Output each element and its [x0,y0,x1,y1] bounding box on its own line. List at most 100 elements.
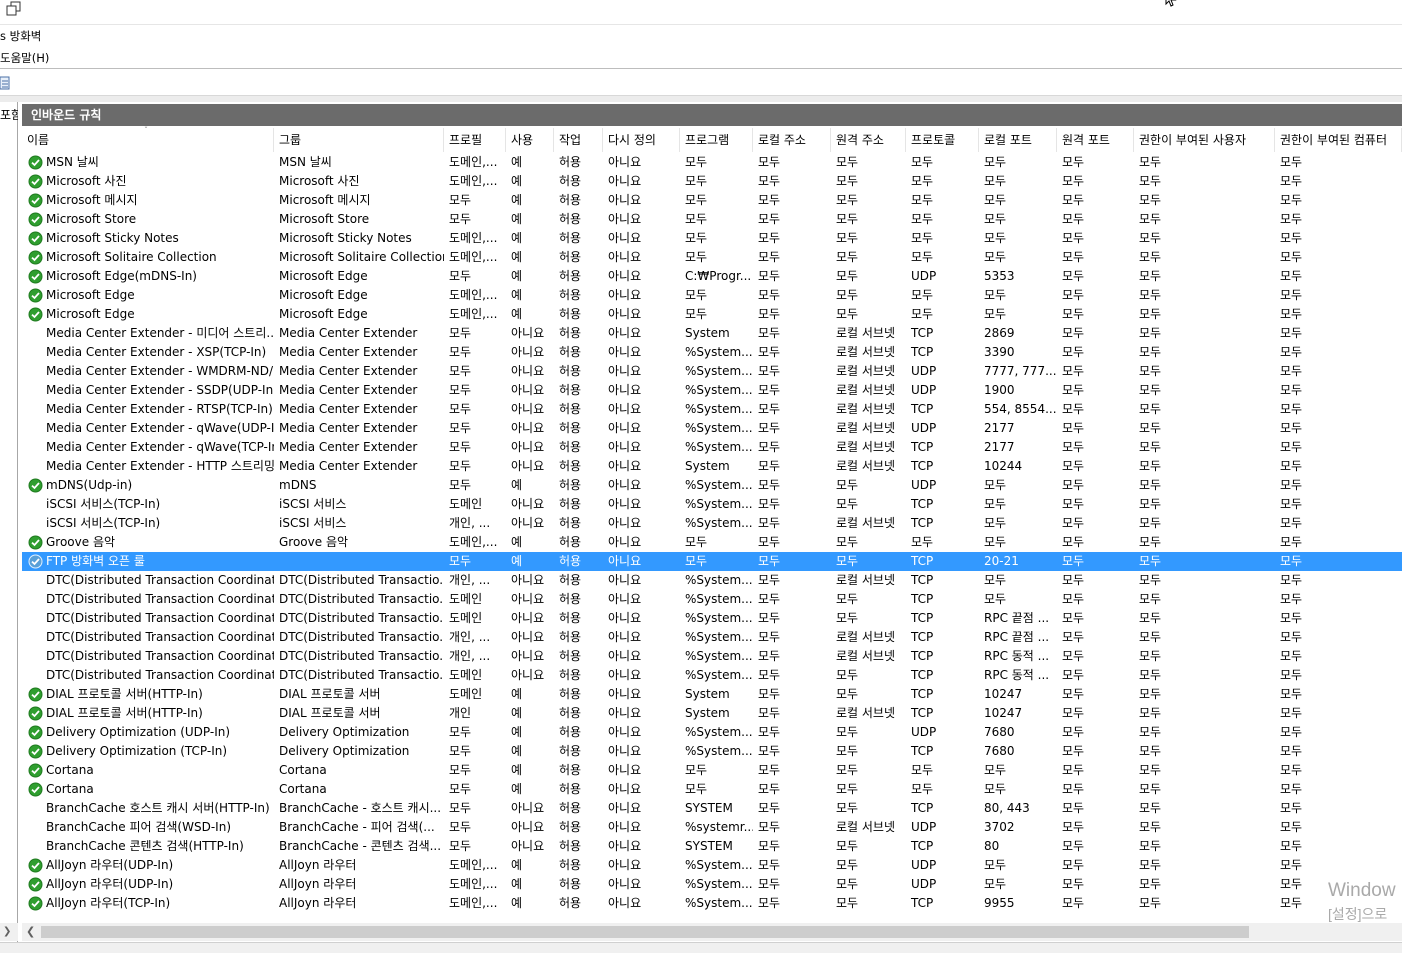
column-header-profile[interactable]: 프로필 [444,128,506,152]
horizontal-scrollbar[interactable]: ❮ [22,923,1402,941]
column-header-authorized-computers[interactable]: 권한이 부여된 컴퓨터 [1275,128,1402,152]
table-row[interactable]: Cortana Cortana 모두 예 허용 아니요 모두 모두 모두 모두 모두 모두 모두 모두 [22,780,1402,799]
col-authorized-computers-cell: 모두 [1280,592,1303,606]
col-remote-address-cell: 로컬 서브넷 [836,649,896,663]
col-program-cell: %System... [685,877,753,891]
col-enabled-cell: 예 [511,877,523,891]
table-row[interactable]: Media Center Extender - SSDP(UDP-In) Medi… [22,381,1402,400]
table-row[interactable]: Groove 음악 Groove 음악 도메인,... 예 허용 아니요 모두 모두 모두 모두 모… [22,533,1402,552]
table-row[interactable]: Microsoft Edge Microsoft Edge 도메인,... 예 허용 아니… [22,305,1402,324]
table-row[interactable]: Cortana Cortana 모두 예 허용 아니요 모두 모두 모두 모두 모두 모두 모두 모두 [22,761,1402,780]
col-remote-address-cell: 모두 [836,782,859,796]
col-local-port-cell: 모두 [984,497,1007,511]
table-row[interactable]: MSN 날씨 MSN 날씨 도메인,... 예 허용 아니요 모두 모두 모두 모두 모두 모두 모두 모… [22,153,1402,172]
scrollbar-thumb[interactable] [41,926,1249,938]
col-authorized-users-cell: 모두 [1139,592,1162,606]
table-row[interactable]: DTC(Distributed Transaction Coordinato..… [22,628,1402,647]
col-enabled-cell: 예 [511,288,523,302]
table-row[interactable]: DIAL 프로토콜 서버(HTTP-In) DIAL 프로토콜 서버 도메인 예 허용 아… [22,685,1402,704]
col-action-cell: 허용 [559,535,582,549]
col-authorized-computers-cell: 모두 [1280,269,1303,283]
table-row[interactable]: Microsoft Edge Microsoft Edge 도메인,... 예 허용 아니… [22,286,1402,305]
col-remote-port-cell: 모두 [1062,307,1085,321]
table-row[interactable]: DIAL 프로토콜 서버(HTTP-In) DIAL 프로토콜 서버 개인 예 허용 아니… [22,704,1402,723]
table-row[interactable]: Microsoft 사진 Microsoft 사진 도메인,... 예 허용 아니요 모두 모… [22,172,1402,191]
table-row[interactable]: Media Center Extender - WMDRM-ND/... Medi… [22,362,1402,381]
col-remote-port-cell: 모두 [1062,364,1085,378]
column-header-remote-port[interactable]: 원격 포트 [1057,128,1134,152]
table-row[interactable]: BranchCache 피어 검색(WSD-In) BranchCache - 피… [22,818,1402,837]
table-row[interactable]: AllJoyn 라우터(UDP-In) AllJoyn 라우터 도메인,... 예 허용… [22,875,1402,894]
table-row[interactable]: DTC(Distributed Transaction Coordinato..… [22,609,1402,628]
col-enabled-cell: 예 [511,155,523,169]
col-action-cell: 허용 [559,440,582,454]
scroll-left-icon[interactable]: ❮ [26,925,35,938]
table-row[interactable]: Media Center Extender - qWave(TCP-In) Med… [22,438,1402,457]
col-enabled-cell: 아니요 [511,402,545,416]
table-row[interactable]: Microsoft 메시지 Microsoft 메시지 모두 예 허용 아니요 모두 모두 모두… [22,191,1402,210]
col-enabled-cell: 예 [511,896,523,910]
column-header-remote-address[interactable]: 원격 주소 [831,128,906,152]
table-row[interactable]: BranchCache 콘텐츠 검색(HTTP-In) BranchCache -… [22,837,1402,856]
col-profile-cell: 모두 [449,554,472,568]
table-row[interactable]: Microsoft Solitaire Collection Microsoft … [22,248,1402,267]
col-enabled-cell: 예 [511,687,523,701]
col-name-cell: Delivery Optimization (UDP-In) [46,725,231,739]
restore-window-icon[interactable] [4,1,22,17]
col-local-port-cell: 554, 8554... [984,402,1057,416]
column-header-local-port[interactable]: 로컬 포트 [979,128,1057,152]
col-local-port-cell: 2177 [984,421,1015,435]
col-local-address-cell: 모두 [758,763,781,777]
table-row[interactable]: DTC(Distributed Transaction Coordinato..… [22,571,1402,590]
col-program-cell: 모두 [685,250,708,264]
col-enabled-cell: 아니요 [511,820,545,834]
col-program-cell: %System... [685,516,753,530]
table-row[interactable]: Media Center Extender - qWave(UDP-In) Med… [22,419,1402,438]
col-remote-port-cell: 모두 [1062,478,1085,492]
table-row[interactable]: Media Center Extender - HTTP 스트리밍... Medi… [22,457,1402,476]
column-header-local-address[interactable]: 로컬 주소 [753,128,831,152]
table-row[interactable]: DTC(Distributed Transaction Coordinato..… [22,666,1402,685]
table-row[interactable]: BranchCache 호스트 캐시 서버(HTTP-In) BranchCach… [22,799,1402,818]
scroll-right-icon[interactable]: ❯ [3,926,11,937]
column-header-group[interactable]: 그룹 [274,128,444,152]
table-row[interactable]: DTC(Distributed Transaction Coordinato..… [22,590,1402,609]
col-local-port-cell: 모두 [984,763,1007,777]
table-row[interactable]: Media Center Extender - 미디어 스트리... Media … [22,324,1402,343]
table-row[interactable]: Media Center Extender - XSP(TCP-In) Media… [22,343,1402,362]
column-header-program[interactable]: 프로그램 [680,128,753,152]
col-remote-address-cell: 모두 [836,250,859,264]
table-row[interactable]: Delivery Optimization (TCP-In) Delivery O… [22,742,1402,761]
col-authorized-users-cell: 모두 [1139,763,1162,777]
table-row[interactable]: Microsoft Edge(mDNS-In) Microsoft Edge 모두 예… [22,267,1402,286]
table-row[interactable]: Media Center Extender - RTSP(TCP-In) Medi… [22,400,1402,419]
table-row[interactable]: Microsoft Store Microsoft Store 모두 예 허용 아니요 모두… [22,210,1402,229]
col-protocol-cell: 모두 [911,250,934,264]
col-authorized-computers-cell: 모두 [1280,763,1303,777]
menu-help[interactable]: 도움말(H) [0,49,49,67]
column-header-protocol[interactable]: 프로토콜 [906,128,979,152]
left-pane-label[interactable]: 포함 [0,106,18,123]
column-header-override[interactable]: 다시 정의 [603,128,680,152]
left-pane-scrollbar[interactable]: ❯ [0,923,18,941]
table-row[interactable]: Microsoft Sticky Notes Microsoft Sticky N… [22,229,1402,248]
table-row[interactable]: Delivery Optimization (UDP-In) Delivery O… [22,723,1402,742]
column-header-enabled[interactable]: 사용 [506,128,554,152]
col-group-cell: Microsoft 메시지 [279,193,371,207]
table-row-selected[interactable]: FTP 방화벽 오픈 룰 모두 예 허용 아니요 모두 모두 모두 TCP 20-21 모두 모두 모두 [22,552,1402,571]
table-row[interactable]: AllJoyn 라우터(TCP-In) AllJoyn 라우터 도메인,... 예 허용… [22,894,1402,913]
col-remote-address-cell: 모두 [836,839,859,853]
column-header-name[interactable]: 이름 [22,128,274,152]
col-protocol-cell: UDP [911,877,937,891]
table-row[interactable]: AllJoyn 라우터(UDP-In) AllJoyn 라우터 도메인,... 예 허용… [22,856,1402,875]
table-row[interactable]: iSCSI 서비스(TCP-In) iSCSI 서비스 도메인 아니요 허용 아니요 %Sy… [22,495,1402,514]
table-row[interactable]: mDNS(Udp-in) mDNS 모두 예 허용 아니요 %System... 모두 모두 UD… [22,476,1402,495]
column-header-action[interactable]: 작업 [554,128,603,152]
table-row[interactable]: iSCSI 서비스(TCP-In) iSCSI 서비스 개인, ... 아니요 허용 아니… [22,514,1402,533]
col-protocol-cell: 모두 [911,231,934,245]
table-row[interactable]: DTC(Distributed Transaction Coordinato..… [22,647,1402,666]
properties-icon[interactable] [0,76,10,90]
col-local-port-cell: 모두 [984,174,1007,188]
column-header-authorized-users[interactable]: 권한이 부여된 사용자 [1134,128,1275,152]
col-profile-cell: 모두 [449,459,472,473]
